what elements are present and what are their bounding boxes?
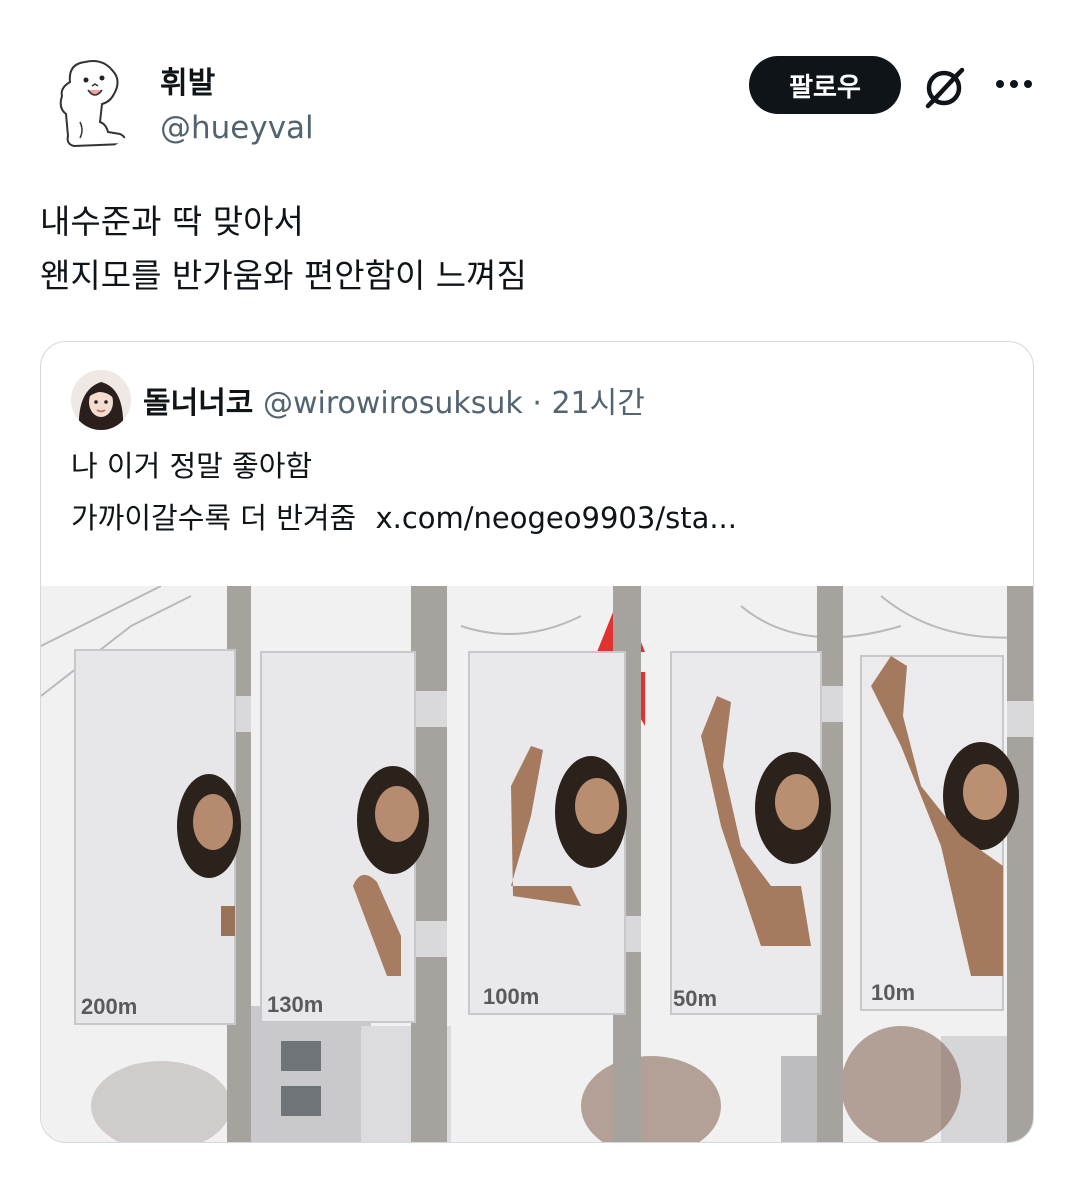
tweet-line-2: 왠지모를 반가움와 편안함이 느껴짐 xyxy=(40,256,527,295)
quoted-author-handle[interactable]: @wirowirosuksuk xyxy=(263,386,523,421)
header-separator: · xyxy=(532,386,542,421)
quoted-tweet-text: 나 이거 정말 좋아함 가까이갈수록 더 반겨줌 x.com/neogeo990… xyxy=(71,440,737,544)
distance-label-130m: 130m xyxy=(267,992,323,1017)
author-avatar[interactable] xyxy=(40,52,140,152)
quoted-tweet-card[interactable]: 돌너너코 @wirowirosuksuk · 21시간 나 이거 정말 좋아함 … xyxy=(40,341,1034,1143)
quoted-author-avatar[interactable] xyxy=(71,370,131,430)
follow-button[interactable]: 팔로우 xyxy=(749,56,901,114)
author-handle[interactable]: @hueyval xyxy=(160,110,314,146)
quoted-timestamp[interactable]: 21시간 xyxy=(551,386,644,421)
distance-label-100m: 100m xyxy=(483,984,539,1009)
quoted-line-2-text: 가까이갈수록 더 반겨줌 xyxy=(71,501,357,535)
distance-label-10m: 10m xyxy=(871,980,915,1005)
quoted-header: 돌너너코 @wirowirosuksuk · 21시간 xyxy=(143,378,645,422)
quoted-line-2: 가까이갈수록 더 반겨줌 x.com/neogeo9903/sta... xyxy=(71,492,737,544)
distance-label-50m: 50m xyxy=(673,986,717,1011)
quoted-line-1: 나 이거 정말 좋아함 xyxy=(71,449,313,483)
distance-label-200m: 200m xyxy=(81,994,137,1019)
quoted-link[interactable]: x.com/neogeo9903/sta... xyxy=(375,501,737,535)
author-name[interactable]: 휘발 xyxy=(160,58,215,102)
tweet-text: 내수준과 딱 맞아서 왠지모를 반가움와 편안함이 느껴짐 xyxy=(40,195,527,303)
tweet-line-1: 내수준과 딱 맞아서 xyxy=(40,202,304,241)
quoted-author-name[interactable]: 돌너너코 xyxy=(143,386,253,421)
more-icon[interactable] xyxy=(992,62,1036,106)
grok-icon[interactable] xyxy=(920,62,970,112)
quoted-tweet-photo[interactable]: 200m 130m 100m 50m 10m xyxy=(41,585,1033,1142)
